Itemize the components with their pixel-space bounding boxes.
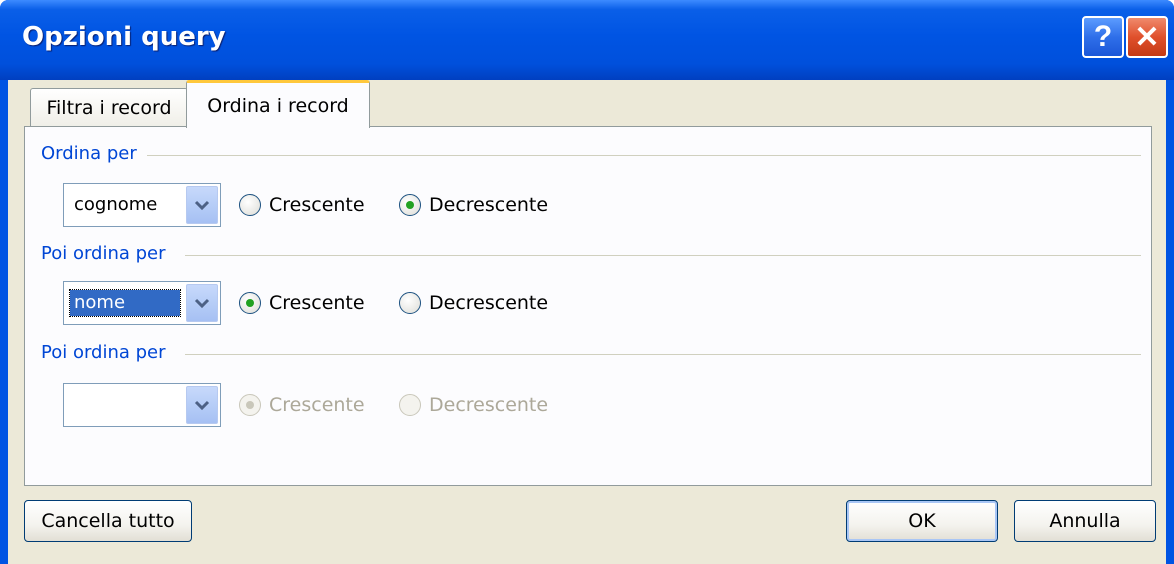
sort-2-ascending-radio[interactable]: Crescente [239,288,365,318]
sort-2-descending-label: Decrescente [429,292,549,314]
clear-all-button[interactable]: Cancella tutto [24,500,192,542]
sort-3-descending-radio: Decrescente [399,390,548,420]
sort-tab-panel: Ordina per cognome Crescente Decrescente… [24,126,1152,486]
dialog-title: Opzioni query [22,22,226,52]
sort-1-ascending-radio[interactable]: Crescente [239,190,365,220]
help-button[interactable]: ? [1082,16,1124,58]
cancel-label: Annulla [1049,510,1121,532]
close-button[interactable]: ✕ [1126,16,1168,58]
sort-field-2-combo[interactable]: nome [63,281,221,325]
dialog-window: Opzioni query ? ✕ Filtra i record Ordina… [0,0,1174,564]
sort-2-descending-radio[interactable]: Decrescente [399,288,548,318]
sort-field-1-value: cognome [74,194,158,215]
clear-all-label: Cancella tutto [41,510,175,532]
ok-button[interactable]: OK [846,500,998,542]
sort-group-2-label: Poi ordina per [41,243,176,264]
close-icon: ✕ [1134,20,1160,54]
radio-checked-icon [239,292,261,314]
tab-sort-records-label: Ordina i record [207,94,349,117]
sort-field-1-combo[interactable]: cognome [63,183,221,227]
sort-field-3-combo[interactable] [63,383,221,427]
chevron-down-icon[interactable] [186,386,218,424]
tab-sort-records[interactable]: Ordina i record [186,80,370,128]
ok-label: OK [908,510,936,532]
radio-unchecked-icon [399,292,421,314]
sort-1-descending-label: Decrescente [429,194,549,216]
sort-1-ascending-label: Crescente [269,194,365,216]
title-bar[interactable]: Opzioni query ? ✕ [0,0,1174,80]
group-divider [185,354,1141,355]
sort-1-descending-radio[interactable]: Decrescente [399,190,548,220]
radio-checked-icon [239,394,261,416]
group-divider [185,255,1141,256]
chevron-down-icon[interactable] [186,284,218,322]
sort-field-2-value: nome [69,289,181,317]
sort-field-3-value [70,392,78,418]
tab-filter-records[interactable]: Filtra i record [30,88,188,126]
group-divider [145,155,1141,156]
dialog-body: Filtra i record Ordina i record Ordina p… [8,80,1166,564]
sort-2-ascending-label: Crescente [269,292,365,314]
tab-filter-records-label: Filtra i record [46,96,172,119]
cancel-button[interactable]: Annulla [1014,500,1156,542]
sort-3-ascending-radio: Crescente [239,390,365,420]
sort-group-1-label: Ordina per [41,143,147,164]
sort-3-ascending-label: Crescente [269,394,365,416]
radio-checked-icon [399,194,421,216]
chevron-down-icon[interactable] [186,186,218,224]
radio-unchecked-icon [399,394,421,416]
sort-group-3-label: Poi ordina per [41,342,176,363]
help-icon: ? [1093,20,1113,53]
radio-unchecked-icon [239,194,261,216]
sort-3-descending-label: Decrescente [429,394,549,416]
